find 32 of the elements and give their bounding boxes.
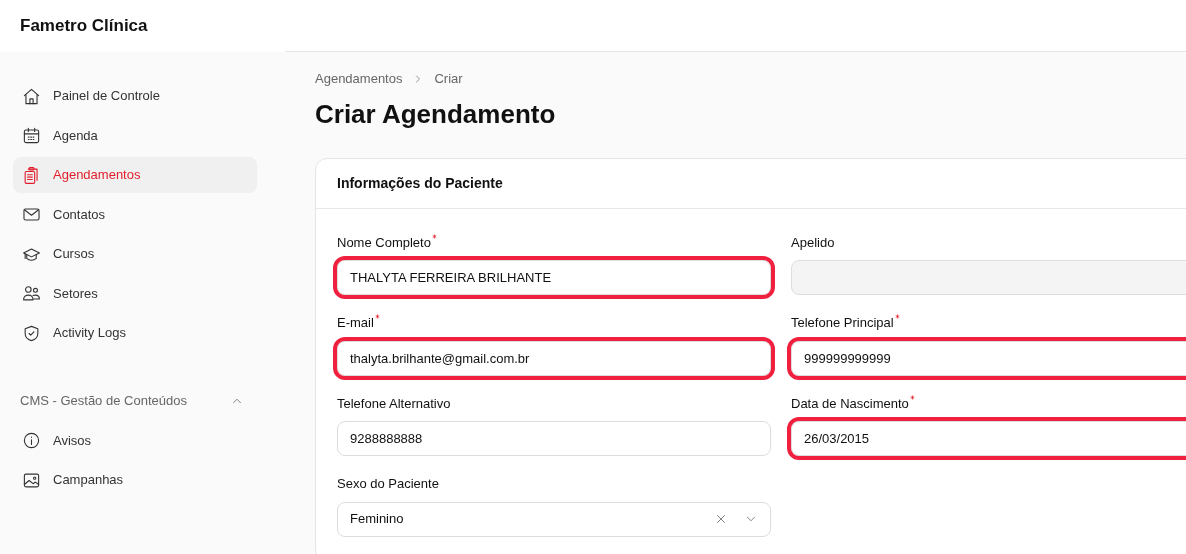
calendar-icon xyxy=(22,126,41,145)
field-label: Telefone Alternativo xyxy=(337,394,452,413)
field-label: Telefone Principal xyxy=(791,313,1186,333)
sidebar-item[interactable]: Cursos xyxy=(13,236,257,272)
input-field[interactable] xyxy=(791,260,1186,296)
sidebar-item[interactable]: Avisos xyxy=(13,422,257,459)
clipboard-icon xyxy=(22,165,41,185)
field-label: Apelido xyxy=(791,233,836,252)
app-title: Fametro Clínica xyxy=(20,15,148,38)
sidebar-item[interactable]: Activity Logs xyxy=(13,315,257,351)
breadcrumb-link[interactable]: Agendamentos xyxy=(315,69,403,89)
input-field[interactable]: 9288888888 xyxy=(337,421,771,457)
sidebar-item[interactable]: Agenda xyxy=(13,117,257,154)
shield-icon xyxy=(22,323,41,343)
info-icon xyxy=(22,431,41,450)
section-title: CMS - Gestão de Conteúdos xyxy=(20,392,187,410)
house-icon xyxy=(22,86,41,106)
field-label: Sexo do Paciente xyxy=(337,475,440,494)
people-icon xyxy=(22,284,41,303)
field-label: Nome Completo xyxy=(337,232,771,253)
breadcrumb-link[interactable]: Criar xyxy=(434,69,463,89)
sidebar-item[interactable]: Agendamentos xyxy=(13,157,257,193)
sidebar-item[interactable]: Painel de Controle xyxy=(13,78,257,114)
field-label: Data de Nascimento xyxy=(791,393,1186,414)
field-label: E-mail xyxy=(337,313,771,333)
envelope-icon xyxy=(22,205,41,224)
page-title: Criar Agendamento xyxy=(315,98,557,130)
sidebar-item[interactable]: Setores xyxy=(13,275,257,312)
card-title: Informações do Paciente xyxy=(337,173,503,193)
sidebar-item[interactable]: Campanhas xyxy=(13,462,257,498)
select-field[interactable]: Feminino xyxy=(337,501,771,537)
sidebar-item[interactable]: Contatos xyxy=(13,196,257,233)
